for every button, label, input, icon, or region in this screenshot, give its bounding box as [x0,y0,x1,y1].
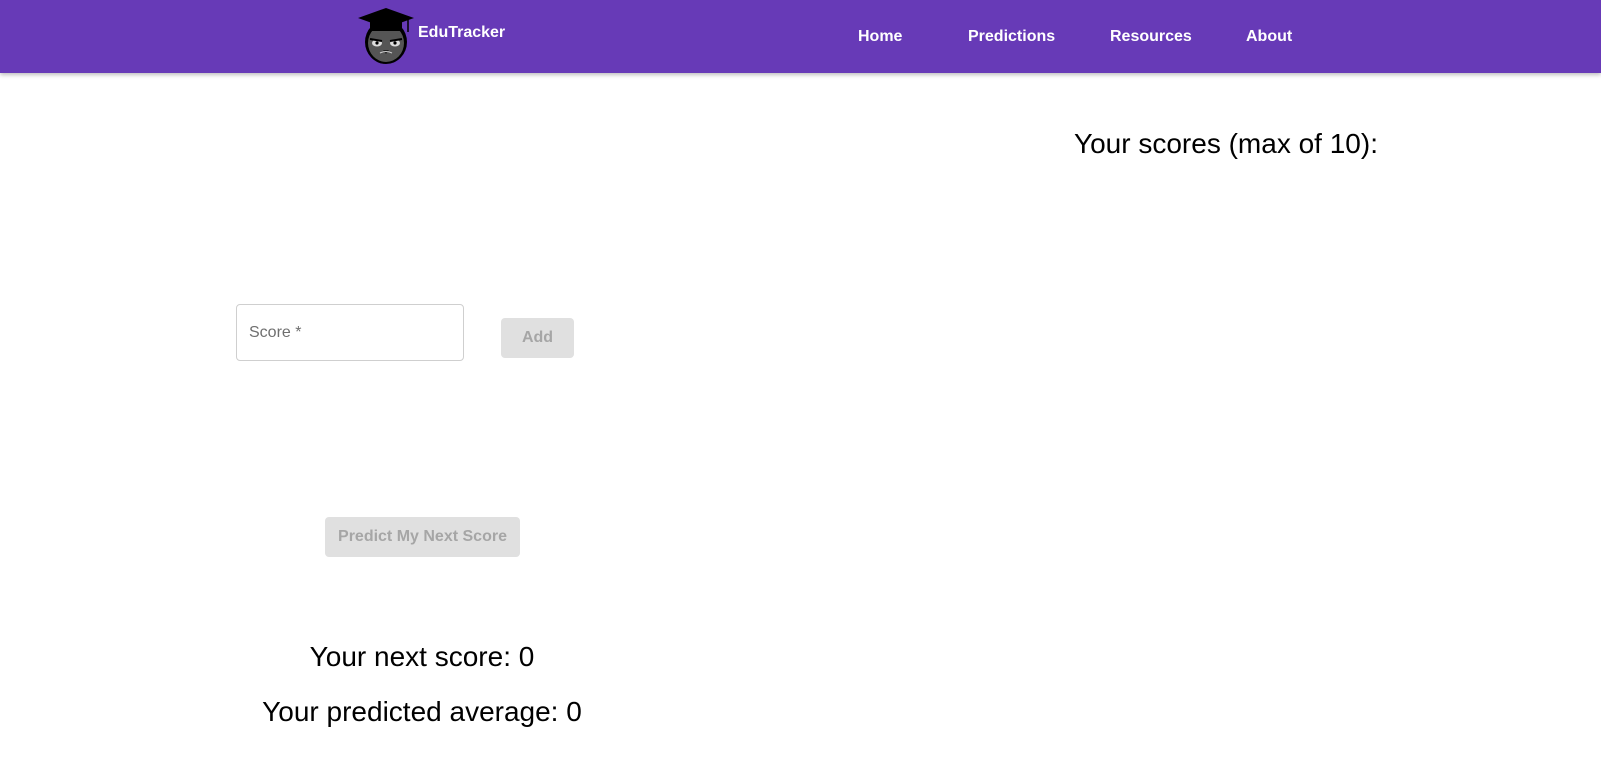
brand-name: EduTracker [418,24,506,41]
graduate-owl-logo-icon [358,8,414,64]
nav-predictions[interactable]: Predictions [958,20,1065,54]
score-field[interactable] [236,304,464,361]
brand[interactable]: EduTracker [356,6,505,66]
predicted-average-text: Your predicted average: 0 [262,696,582,727]
add-button[interactable]: Add [501,318,574,358]
scores-heading: Your scores (max of 10): [1074,128,1378,159]
app-bar: EduTracker Home Predictions Resources Ab… [0,0,1601,73]
nav-home[interactable]: Home [848,20,912,54]
next-score-text: Your next score: 0 [309,641,535,672]
score-input[interactable] [237,305,463,360]
nav-about[interactable]: About [1236,20,1302,54]
nav-resources[interactable]: Resources [1100,20,1202,54]
predict-next-score-button[interactable]: Predict My Next Score [325,517,520,557]
